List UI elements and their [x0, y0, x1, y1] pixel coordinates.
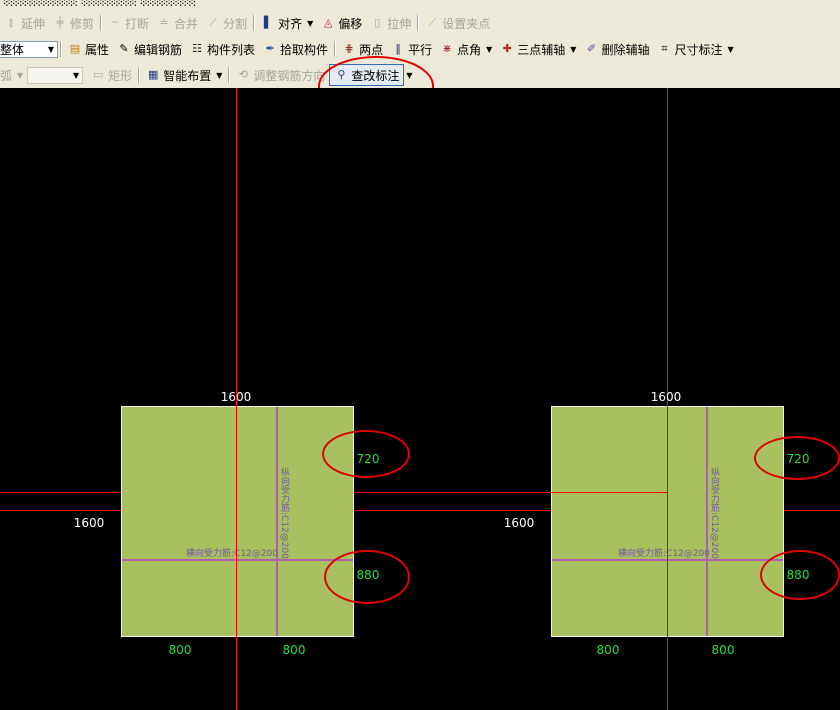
pick-component-button[interactable]: ✒ 拾取构件 — [259, 38, 332, 60]
vertical-rebar-label: 纵向受力筋:C12@200 — [279, 467, 289, 559]
separator — [334, 41, 337, 57]
grip-icon: ⟋ — [428, 16, 437, 29]
toolbar-row-component: 整体 ▼ ▤ 属性 ✎ 编辑钢筋 ☷ 构件列表 ✒ 拾取构件 ⋕ 两点 ‖ 平行 ⋇ 点角 ▼ ✚… — [0, 36, 840, 62]
smart-layout-button[interactable]: ▦ 智能布置 ▼ — [142, 64, 226, 86]
break-button[interactable]: ┄ 打断 — [104, 12, 153, 34]
adjust-rebar-direction-button[interactable]: ⟲ 调整钢筋方向 — [232, 64, 329, 86]
extend-icon: ⫾ — [9, 16, 13, 29]
chevron-down-icon: ▼ — [727, 44, 734, 54]
properties-icon: ▤ — [69, 42, 81, 55]
extend-button[interactable]: ⫾ 延伸 — [0, 12, 49, 34]
chevron-down-icon: ▼ — [486, 44, 493, 54]
dimension-left: 1600 — [503, 516, 535, 530]
dimension-bottom-right: 800 — [711, 643, 735, 657]
point-angle-axis-button[interactable]: ⋇ 点角 ▼ — [436, 38, 496, 60]
merge-button[interactable]: ≐ 合并 — [153, 12, 202, 34]
offset-icon: ◬ — [324, 16, 333, 29]
stretch-button[interactable]: ▯ 拉伸 — [366, 12, 415, 34]
annotation-ellipse — [324, 550, 410, 604]
drawing-canvas[interactable]: 横向受力筋:C12@200 纵向受力筋:C12@200 1600 1600 72… — [0, 88, 840, 710]
annotation-ellipse — [754, 436, 840, 480]
dimension-left: 1600 — [73, 516, 105, 530]
rectangle-icon: ▭ — [92, 68, 104, 81]
axis-line-vertical — [667, 406, 668, 637]
chevron-down-icon: ▼ — [73, 70, 80, 80]
trim-button[interactable]: ╪ 修剪 — [49, 12, 98, 34]
separator — [253, 15, 256, 31]
three-point-axis-button[interactable]: ✚ 三点辅轴 ▼ — [496, 38, 580, 60]
align-icon: ▌ — [263, 16, 273, 29]
edit-rebar-button[interactable]: ✎ 编辑钢筋 — [113, 38, 186, 60]
annotation-ellipse — [760, 550, 840, 600]
merge-icon: ≐ — [159, 16, 169, 29]
align-button[interactable]: ▌ 对齐 ▼ — [257, 12, 317, 34]
slab-1[interactable]: 横向受力筋:C12@200 纵向受力筋:C12@200 — [121, 406, 354, 637]
chevron-down-icon: ▼ — [570, 44, 577, 54]
horizontal-rebar-label: 横向受力筋:C12@200 — [186, 549, 278, 559]
offset-button[interactable]: ◬ 偏移 — [317, 12, 366, 34]
break-icon: ┄ — [111, 16, 119, 29]
chevron-down-icon: ▼ — [307, 18, 314, 28]
rectangle-button[interactable]: ▭ 矩形 — [87, 64, 136, 86]
annotation-ellipse — [322, 430, 410, 478]
separator — [100, 15, 103, 31]
dimension-button[interactable]: ⌗ 尺寸标注 ▼ — [653, 38, 737, 60]
axis-line-horizontal — [551, 492, 667, 493]
toolbar-area: ░░░░░░░░ ░░░░░░ ░░░░░░ ⫾延伸 ╪修剪 ┄打断 ≐合并 ⟋… — [0, 0, 840, 88]
edit-rebar-icon: ✎ — [119, 42, 129, 55]
properties-button[interactable]: ▤ 属性 — [64, 38, 113, 60]
horizontal-rebar — [122, 559, 353, 561]
floor-combo[interactable]: 整体 ▼ — [0, 40, 58, 58]
toolbar-row-modify: ⫾ 延伸 ╪ 修剪 ┄ 打断 ≐ 合并 ⟋ 分割 ▌ 对齐 ▼ ◬ 偏移 ▯ 拉伸 ⟋ 设置夹点 — [0, 10, 840, 36]
dimension-bottom-left: 800 — [168, 643, 192, 657]
split-icon: ⟋ — [209, 16, 217, 29]
chevron-down-icon: ▼ — [47, 44, 54, 54]
eyedropper-icon: ✒ — [265, 42, 275, 55]
separator — [228, 67, 231, 83]
separator — [138, 67, 141, 83]
arc-combo[interactable]: ▼ — [27, 66, 84, 84]
separator — [417, 15, 420, 31]
rotate-icon: ⟲ — [238, 68, 248, 81]
delete-axis-button[interactable]: ✐ 删除辅轴 — [580, 38, 653, 60]
misc-button[interactable]: ░░░░░░░░ ░░░░░░ ░░░░░░ — [0, 0, 200, 10]
three-point-icon: ✚ — [502, 42, 512, 55]
dimension-bottom-left: 800 — [596, 643, 620, 657]
horizontal-rebar-label: 横向受力筋:C12@200 — [618, 549, 710, 559]
separator — [60, 41, 62, 57]
vertical-rebar-label: 纵向受力筋:C12@200 — [709, 467, 719, 559]
arc-button[interactable]: 弧 ▼ — [0, 64, 27, 86]
dimension-top: 1600 — [650, 390, 682, 404]
component-list-button[interactable]: ☷ 构件列表 — [186, 38, 259, 60]
dimension-icon: ⌗ — [661, 42, 668, 55]
stretch-icon: ▯ — [374, 16, 381, 29]
point-angle-icon: ⋇ — [442, 42, 452, 55]
dimension-bottom-right: 800 — [282, 643, 306, 657]
axis-line-vertical — [236, 406, 237, 637]
set-grip-button[interactable]: ⟋ 设置夹点 — [421, 12, 494, 34]
parallel-icon: ‖ — [395, 42, 401, 55]
two-point-icon: ⋕ — [344, 42, 354, 55]
eraser-icon: ✐ — [586, 42, 597, 55]
trim-icon: ╪ — [56, 16, 64, 29]
split-button[interactable]: ⟋ 分割 — [202, 12, 251, 34]
chevron-down-icon: ▼ — [17, 70, 24, 80]
smart-layout-icon: ▦ — [147, 68, 159, 81]
chevron-down-icon: ▼ — [216, 70, 223, 80]
list-icon: ☷ — [192, 42, 202, 55]
dimension-top: 1600 — [220, 390, 252, 404]
